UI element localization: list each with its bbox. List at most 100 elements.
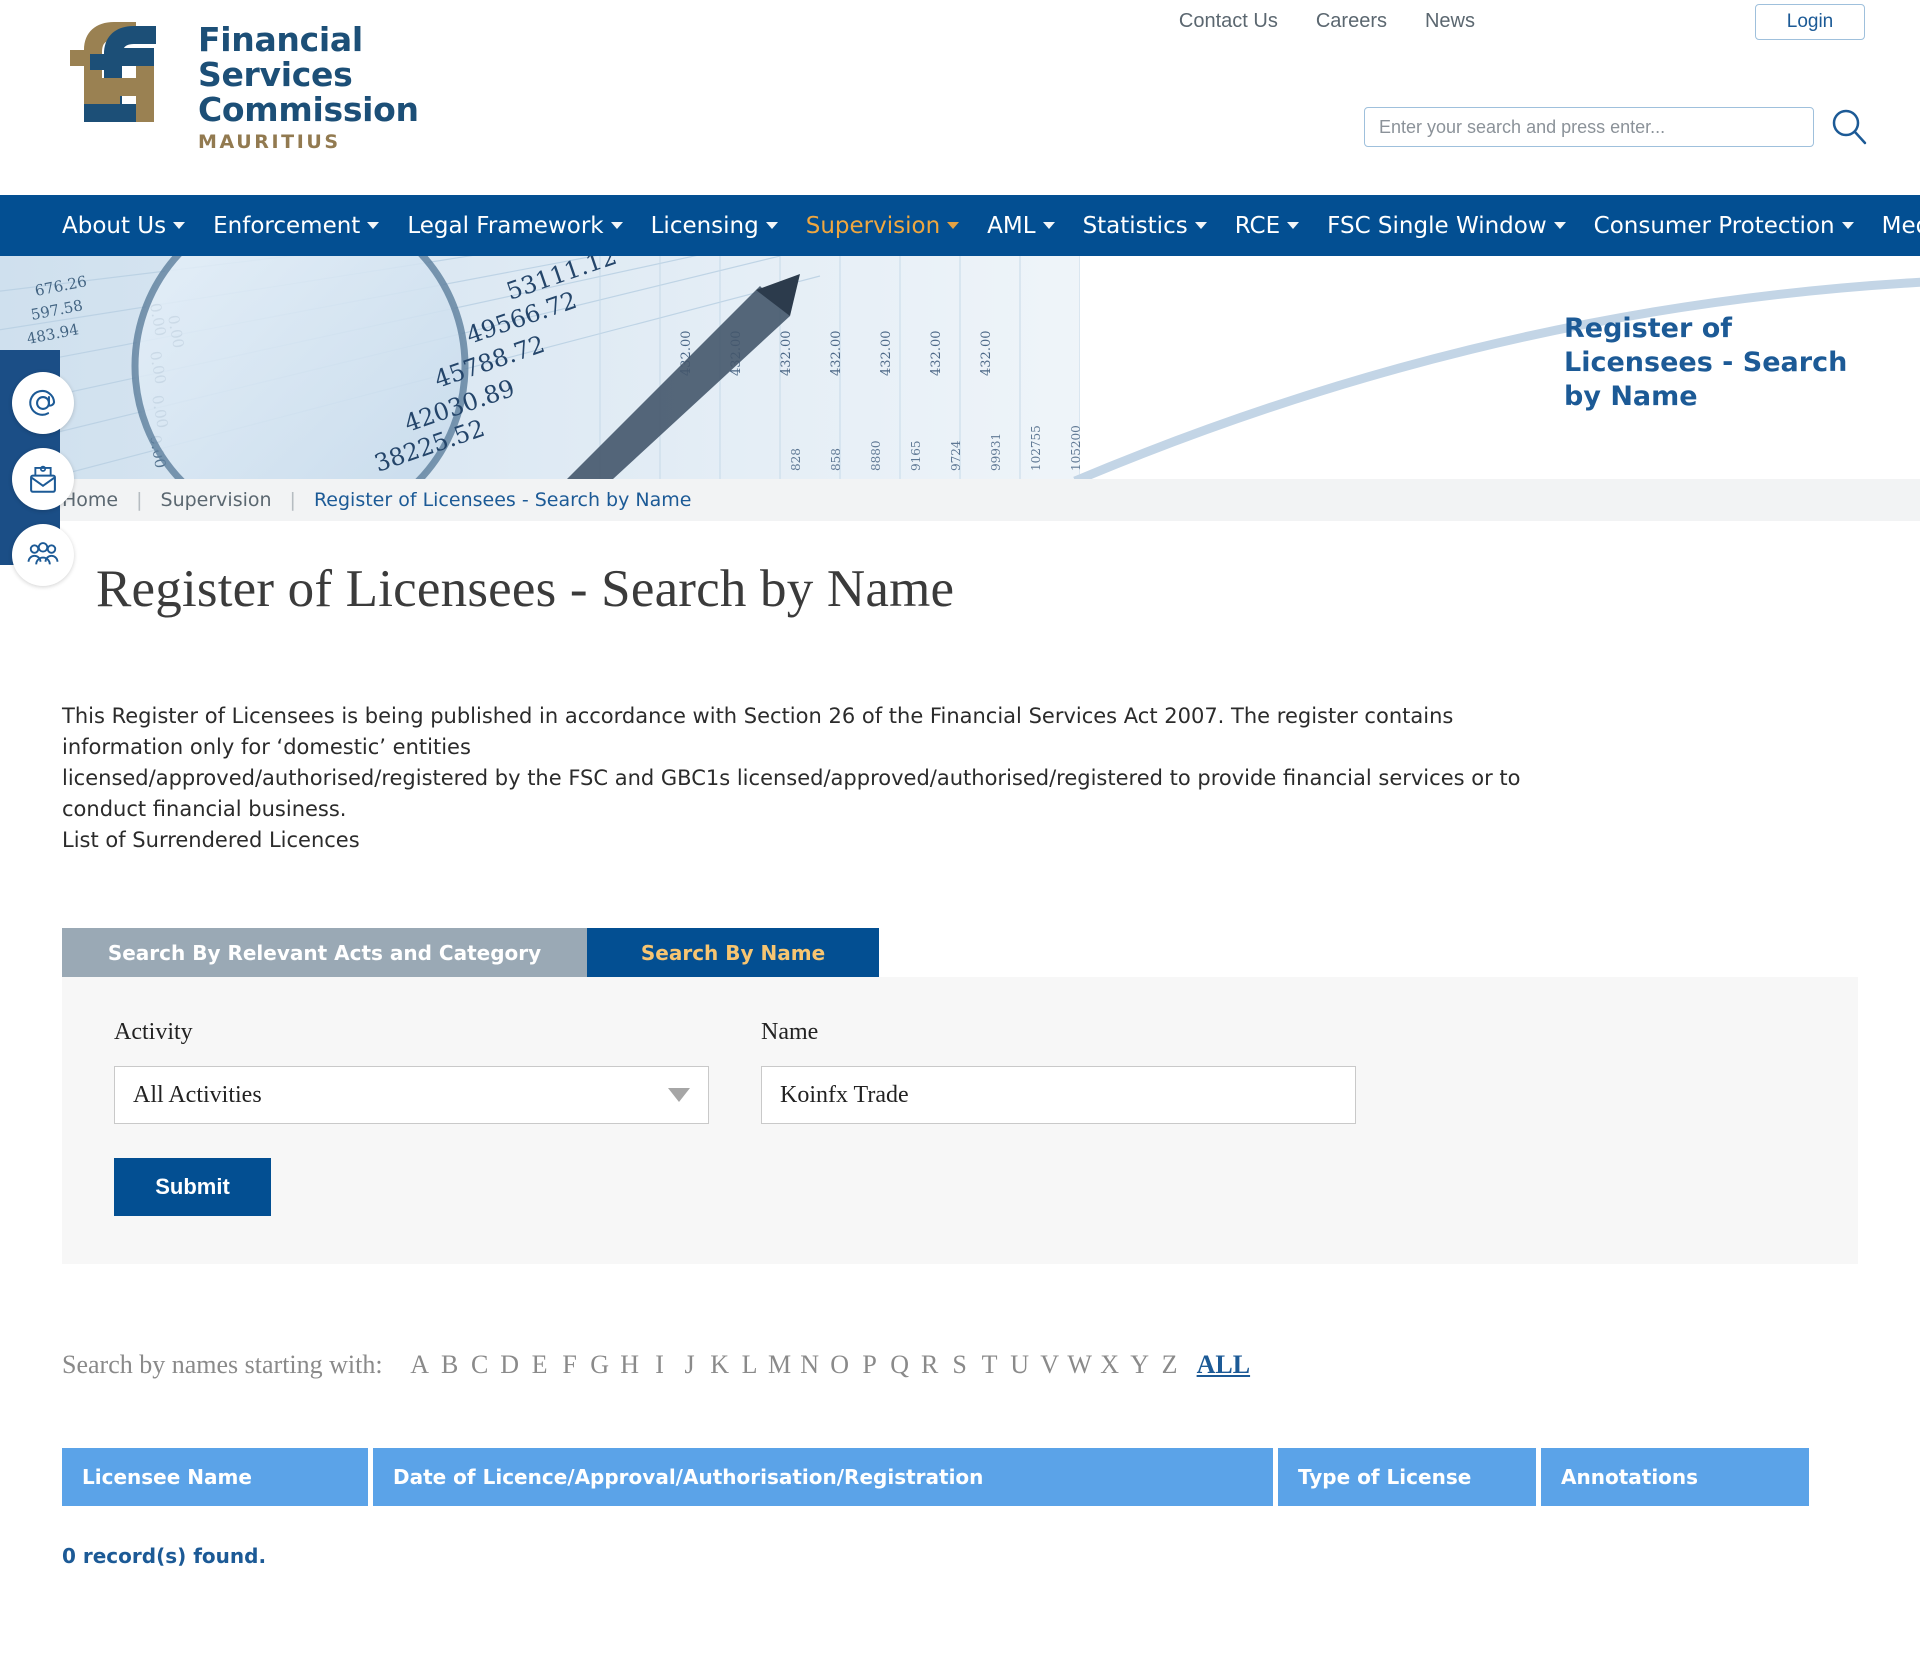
alpha-letter-t[interactable]: T — [975, 1350, 1005, 1380]
submit-button[interactable]: Submit — [114, 1158, 271, 1216]
alphabet-filter: Search by names starting with: A B C D E… — [62, 1350, 1858, 1380]
alpha-letter-j[interactable]: J — [675, 1350, 705, 1380]
chevron-down-icon — [1194, 222, 1207, 229]
intro-line-3: List of Surrendered Licences — [62, 828, 360, 852]
column-header-date: Date of Licence/Approval/Authorisation/R… — [373, 1448, 1273, 1506]
nav-item-legal-framework[interactable]: Legal Framework — [407, 213, 636, 239]
name-field: Name — [761, 1019, 1356, 1124]
alpha-letter-f[interactable]: F — [555, 1350, 585, 1380]
alpha-letter-d[interactable]: D — [495, 1350, 525, 1380]
nav-item-licensing[interactable]: Licensing — [651, 213, 792, 239]
nav-label: RCE — [1234, 212, 1281, 239]
svg-text:102755: 102755 — [1029, 425, 1043, 471]
alpha-letter-g[interactable]: G — [585, 1350, 615, 1380]
svg-text:858: 858 — [829, 448, 843, 471]
alpha-letter-k[interactable]: K — [705, 1350, 735, 1380]
svg-text:432.00: 432.00 — [829, 331, 844, 377]
careers-link[interactable]: Careers — [1316, 10, 1387, 33]
chevron-down-icon — [668, 1088, 690, 1102]
record-count: 0 record(s) found. — [62, 1544, 267, 1568]
search-input[interactable] — [1364, 107, 1814, 147]
activity-field: Activity All Activities — [114, 1019, 709, 1124]
alpha-letter-e[interactable]: E — [525, 1350, 555, 1380]
alpha-letter-w[interactable]: W — [1065, 1350, 1095, 1380]
svg-text:99931: 99931 — [989, 433, 1003, 471]
envelope-icon[interactable] — [12, 448, 74, 510]
alpha-letter-l[interactable]: L — [735, 1350, 765, 1380]
nav-label: AML — [987, 212, 1036, 239]
column-header-type-of-license: Type of License — [1278, 1448, 1536, 1506]
nav-label: Licensing — [650, 212, 759, 239]
chevron-down-icon — [173, 222, 186, 229]
alpha-letter-p[interactable]: P — [855, 1350, 885, 1380]
alpha-letter-h[interactable]: H — [615, 1350, 645, 1380]
people-group-icon[interactable] — [12, 524, 74, 586]
results-table-header: Licensee Name Date of Licence/Approval/A… — [62, 1448, 1858, 1506]
activity-label: Activity — [114, 1019, 193, 1045]
main-content: Register of Licensees - Search by Name T… — [0, 559, 1920, 1568]
nav-label: Consumer Protection — [1593, 212, 1835, 239]
svg-text:9165: 9165 — [909, 440, 923, 471]
nav-item-statistics[interactable]: Statistics — [1083, 213, 1221, 239]
alpha-letter-s[interactable]: S — [945, 1350, 975, 1380]
search-tabs: Search By Relevant Acts and Category Sea… — [62, 928, 1858, 977]
alpha-letter-a[interactable]: A — [405, 1350, 435, 1380]
logo-line-3: Commission — [198, 90, 419, 129]
alpha-letter-c[interactable]: C — [465, 1350, 495, 1380]
svg-text:828: 828 — [789, 448, 803, 471]
alpha-letter-y[interactable]: Y — [1125, 1350, 1155, 1380]
name-input[interactable] — [761, 1066, 1356, 1124]
alpha-letter-x[interactable]: X — [1095, 1350, 1125, 1380]
alpha-all-link[interactable]: ALL — [1197, 1350, 1250, 1380]
news-link[interactable]: News — [1425, 10, 1475, 33]
alpha-letter-v[interactable]: V — [1035, 1350, 1065, 1380]
nav-label: About Us — [62, 212, 167, 239]
nav-label: FSC Single Window — [1327, 212, 1547, 239]
alpha-letter-z[interactable]: Z — [1155, 1350, 1185, 1380]
nav-item-media-corner[interactable]: Media Corner — [1882, 213, 1920, 239]
tab-search-by-acts[interactable]: Search By Relevant Acts and Category — [62, 928, 587, 977]
svg-text:432.00: 432.00 — [929, 331, 944, 377]
breadcrumb: Home | Supervision | Register of License… — [0, 479, 1920, 521]
alpha-letter-u[interactable]: U — [1005, 1350, 1035, 1380]
fsc-logo-icon — [70, 22, 156, 122]
tab-search-by-name[interactable]: Search By Name — [587, 928, 879, 977]
nav-item-enforcement[interactable]: Enforcement — [213, 213, 393, 239]
breadcrumb-separator: | — [289, 489, 296, 511]
login-button[interactable]: Login — [1755, 4, 1865, 40]
nav-label: Legal Framework — [407, 212, 604, 239]
nav-label: Statistics — [1082, 212, 1188, 239]
chevron-down-icon — [367, 222, 380, 229]
intro-line-1: This Register of Licensees is being publ… — [62, 704, 1454, 759]
logo-line-1: Financial — [198, 20, 363, 59]
alpha-letter-i[interactable]: I — [645, 1350, 675, 1380]
chevron-down-icon — [610, 222, 623, 229]
nav-item-aml[interactable]: AML — [987, 213, 1068, 239]
site-logo[interactable]: Financial Services Commission MAURITIUS — [62, 18, 419, 153]
nav-item-consumer-protection[interactable]: Consumer Protection — [1594, 213, 1868, 239]
nav-item-about-us[interactable]: About Us — [62, 213, 199, 239]
chevron-down-icon — [1042, 222, 1055, 229]
alpha-letter-m[interactable]: M — [765, 1350, 795, 1380]
contact-us-link[interactable]: Contact Us — [1179, 10, 1278, 33]
search-icon[interactable] — [1828, 106, 1870, 148]
at-sign-icon[interactable] — [12, 372, 74, 434]
alpha-letter-n[interactable]: N — [795, 1350, 825, 1380]
logo-country: MAURITIUS — [198, 131, 341, 153]
breadcrumb-supervision[interactable]: Supervision — [161, 489, 272, 511]
nav-item-supervision[interactable]: Supervision — [806, 213, 973, 239]
alpha-letter-r[interactable]: R — [915, 1350, 945, 1380]
nav-item-fsc-single-window[interactable]: FSC Single Window — [1327, 213, 1580, 239]
nav-label: Enforcement — [213, 212, 361, 239]
alpha-letter-q[interactable]: Q — [885, 1350, 915, 1380]
alpha-letter-o[interactable]: O — [825, 1350, 855, 1380]
nav-label: Supervision — [805, 212, 941, 239]
activity-select[interactable]: All Activities — [114, 1066, 709, 1124]
hero-title: Register of Licensees - Search by Name — [1564, 313, 1848, 412]
alpha-letter-b[interactable]: B — [435, 1350, 465, 1380]
nav-item-rce[interactable]: RCE — [1235, 213, 1313, 239]
chevron-down-icon — [765, 222, 778, 229]
page-intro: This Register of Licensees is being publ… — [62, 701, 1522, 856]
hero-banner: 676.26 597.58 483.94 420. 0.00 0.00 0.00… — [0, 256, 1920, 479]
site-search — [1364, 106, 1870, 148]
